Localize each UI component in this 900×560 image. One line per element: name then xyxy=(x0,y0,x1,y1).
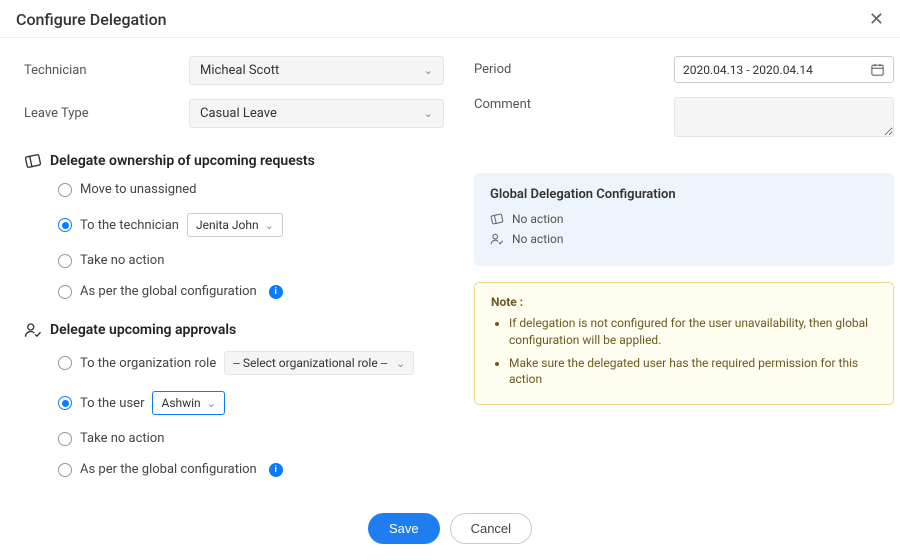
radio-label: Take no action xyxy=(80,253,164,268)
period-input[interactable]: 2020.04.13 - 2020.04.14 xyxy=(674,56,894,83)
dialog-title: Configure Delegation xyxy=(16,10,167,29)
ticket-icon xyxy=(24,152,42,170)
radio-icon xyxy=(58,356,72,370)
technician-select[interactable]: Micheal Scott ⌄ xyxy=(189,56,444,85)
period-value: 2020.04.13 - 2020.04.14 xyxy=(683,63,813,77)
chevron-down-icon: ⌄ xyxy=(424,64,433,77)
note-item: If delegation is not configured for the … xyxy=(509,315,877,349)
note-card: Note : If delegation is not configured f… xyxy=(474,282,894,405)
approvals-org-role-value: -- Select organizational role -- xyxy=(233,356,387,370)
approvals-opt-org-role[interactable]: To the organization role -- Select organ… xyxy=(58,351,444,375)
approvals-org-role-select[interactable]: -- Select organizational role -- ⌄ xyxy=(224,351,414,375)
approvals-title: Delegate upcoming approvals xyxy=(50,322,236,338)
global-card-row: No action xyxy=(490,232,878,246)
radio-icon xyxy=(58,218,72,232)
approvals-opt-global[interactable]: As per the global configuration i xyxy=(58,462,444,477)
leave-type-label: Leave Type xyxy=(24,106,189,121)
configure-delegation-dialog: Configure Delegation ✕ Technician Michea… xyxy=(0,0,900,560)
radio-icon xyxy=(58,183,72,197)
info-icon[interactable]: i xyxy=(269,463,283,477)
global-card-title: Global Delegation Configuration xyxy=(490,187,878,202)
ownership-technician-value: Jenita John xyxy=(196,218,259,232)
close-icon[interactable]: ✕ xyxy=(869,11,884,29)
info-icon[interactable]: i xyxy=(269,285,283,299)
comment-input[interactable] xyxy=(674,97,894,137)
global-card-row: No action xyxy=(490,212,878,226)
chevron-down-icon: ⌄ xyxy=(265,219,274,232)
radio-label: As per the global configuration xyxy=(80,284,257,299)
technician-value: Micheal Scott xyxy=(200,63,279,78)
right-column: Period 2020.04.13 - 2020.04.14 Comment G… xyxy=(474,56,894,493)
radio-label: To the user xyxy=(80,396,144,411)
global-delegation-card: Global Delegation Configuration No actio… xyxy=(474,173,894,266)
radio-label: To the technician xyxy=(80,218,179,233)
note-list: If delegation is not configured for the … xyxy=(491,315,877,388)
radio-label: As per the global configuration xyxy=(80,462,257,477)
ownership-opt-no-action[interactable]: Take no action xyxy=(58,253,444,268)
radio-icon xyxy=(58,396,72,410)
leave-type-value: Casual Leave xyxy=(200,106,277,121)
global-card-value: No action xyxy=(512,232,564,246)
approvals-user-select[interactable]: Ashwin ⌄ xyxy=(152,391,224,415)
approvals-section-head: Delegate upcoming approvals xyxy=(24,321,444,339)
ownership-section-head: Delegate ownership of upcoming requests xyxy=(24,152,444,170)
approvals-user-value: Ashwin xyxy=(161,396,200,410)
note-item: Make sure the delegated user has the req… xyxy=(509,355,877,389)
ownership-opt-unassigned[interactable]: Move to unassigned xyxy=(58,182,444,197)
ownership-opt-global[interactable]: As per the global configuration i xyxy=(58,284,444,299)
approvals-opt-no-action[interactable]: Take no action xyxy=(58,431,444,446)
note-heading: Note : xyxy=(491,295,523,309)
cancel-button[interactable]: Cancel xyxy=(450,513,532,544)
dialog-header: Configure Delegation ✕ xyxy=(0,0,900,38)
save-button[interactable]: Save xyxy=(368,513,440,544)
radio-label: To the organization role xyxy=(80,356,216,371)
technician-label: Technician xyxy=(24,63,189,78)
leave-type-select[interactable]: Casual Leave ⌄ xyxy=(189,99,444,128)
radio-icon xyxy=(58,432,72,446)
ownership-technician-select[interactable]: Jenita John ⌄ xyxy=(187,213,283,237)
radio-icon xyxy=(58,254,72,268)
radio-label: Take no action xyxy=(80,431,164,446)
radio-icon xyxy=(58,285,72,299)
dialog-body: Technician Micheal Scott ⌄ Leave Type Ca… xyxy=(0,38,900,503)
radio-label: Move to unassigned xyxy=(80,182,196,197)
period-label: Period xyxy=(474,62,674,77)
dialog-footer: Save Cancel xyxy=(0,503,900,560)
radio-icon xyxy=(58,463,72,477)
left-column: Technician Micheal Scott ⌄ Leave Type Ca… xyxy=(24,56,444,493)
user-check-icon xyxy=(24,321,42,339)
global-card-value: No action xyxy=(512,212,564,226)
ticket-icon xyxy=(490,212,504,226)
calendar-icon xyxy=(870,62,885,77)
approvals-opt-user[interactable]: To the user Ashwin ⌄ xyxy=(58,391,444,415)
ownership-title: Delegate ownership of upcoming requests xyxy=(50,153,315,169)
chevron-down-icon: ⌄ xyxy=(396,357,405,370)
comment-label: Comment xyxy=(474,97,674,112)
comment-row: Comment xyxy=(474,97,894,137)
period-row: Period 2020.04.13 - 2020.04.14 xyxy=(474,56,894,83)
leave-type-row: Leave Type Casual Leave ⌄ xyxy=(24,99,444,128)
chevron-down-icon: ⌄ xyxy=(207,397,216,410)
ownership-opt-technician[interactable]: To the technician Jenita John ⌄ xyxy=(58,213,444,237)
technician-row: Technician Micheal Scott ⌄ xyxy=(24,56,444,85)
user-check-icon xyxy=(490,232,504,246)
chevron-down-icon: ⌄ xyxy=(424,107,433,120)
